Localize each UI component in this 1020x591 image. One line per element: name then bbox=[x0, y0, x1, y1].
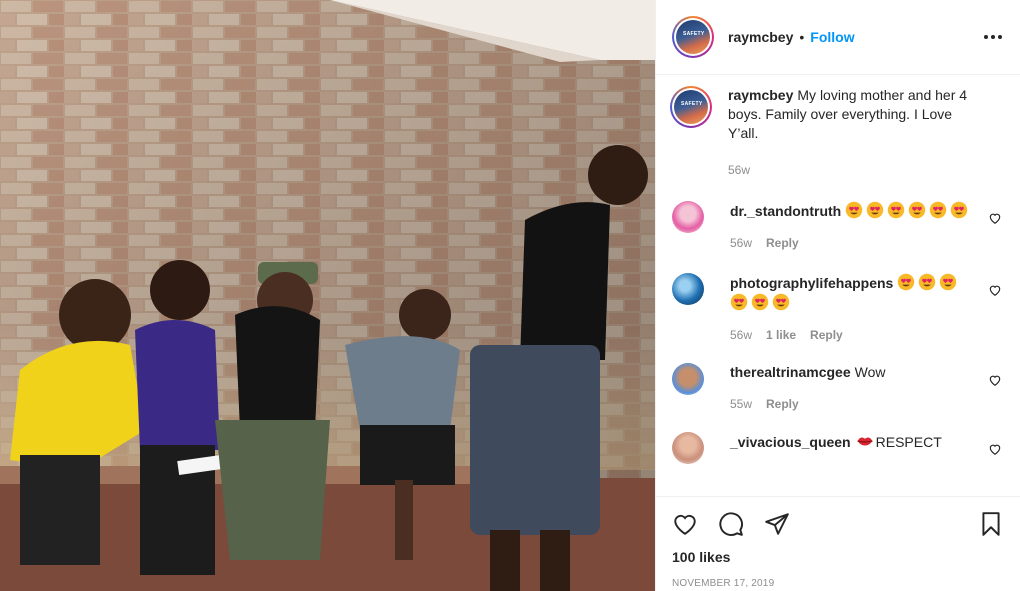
comment-item: _vivacious_queen RESPECT bbox=[672, 432, 1004, 464]
heart-eyes-emoji-icon bbox=[929, 201, 947, 219]
heart-icon[interactable] bbox=[672, 511, 698, 537]
comment-text: RESPECT bbox=[875, 434, 942, 450]
post-photo[interactable] bbox=[0, 0, 655, 591]
comment-username[interactable]: therealtrinamcgee bbox=[730, 364, 851, 380]
instagram-post: SAFETY raymcbey • Follow SAFETY raymcbey… bbox=[0, 0, 1020, 591]
heart-eyes-emoji-icon bbox=[950, 201, 968, 219]
commenter-avatar[interactable] bbox=[672, 432, 704, 464]
follow-button[interactable]: Follow bbox=[810, 29, 854, 45]
bookmark-icon[interactable] bbox=[978, 511, 1004, 537]
heart-eyes-emoji-icon bbox=[866, 201, 884, 219]
comment-like-heart-icon[interactable] bbox=[988, 283, 1002, 297]
author-username[interactable]: raymcbey bbox=[728, 29, 793, 45]
heart-eyes-emoji-icon bbox=[845, 201, 863, 219]
post-actions: 100 likes November 17, 2019 bbox=[656, 496, 1020, 591]
family-photo bbox=[0, 0, 655, 591]
comment-likes-count[interactable]: 1 like bbox=[766, 328, 796, 342]
reply-button[interactable]: Reply bbox=[766, 397, 799, 411]
heart-eyes-emoji-icon bbox=[939, 273, 957, 291]
comment-item: dr._standontruth 56w Reply bbox=[672, 201, 1004, 250]
share-icon[interactable] bbox=[764, 511, 790, 537]
heart-eyes-emoji-icon bbox=[772, 293, 790, 311]
commenter-avatar[interactable] bbox=[672, 201, 704, 233]
separator-dot: • bbox=[799, 29, 805, 45]
emoji-row bbox=[845, 201, 971, 219]
avatar-text: SAFETY bbox=[683, 31, 705, 37]
commenter-avatar[interactable] bbox=[672, 273, 704, 305]
post-header: SAFETY raymcbey • Follow bbox=[656, 0, 1020, 75]
comment-time: 56w bbox=[730, 236, 753, 250]
comment-username[interactable]: dr._standontruth bbox=[730, 203, 841, 219]
likes-count[interactable]: 100 likes bbox=[672, 549, 1004, 565]
heart-eyes-emoji-icon bbox=[751, 293, 769, 311]
action-icons bbox=[672, 497, 1004, 551]
caption-avatar[interactable]: SAFETY bbox=[670, 86, 712, 128]
comment-item: therealtrinamcgee Wow 55w Reply bbox=[672, 363, 1004, 411]
comment-like-heart-icon[interactable] bbox=[988, 211, 1002, 225]
comment-time: 55w bbox=[730, 397, 753, 411]
comments-list: SAFETY raymcbey My loving mother and her … bbox=[656, 75, 1020, 496]
heart-eyes-emoji-icon bbox=[908, 201, 926, 219]
comment-username[interactable]: photographylifehappens bbox=[730, 275, 893, 291]
caption-time: 56w bbox=[728, 163, 751, 177]
heart-eyes-emoji-icon bbox=[887, 201, 905, 219]
reply-button[interactable]: Reply bbox=[810, 328, 843, 342]
heart-eyes-emoji-icon bbox=[730, 293, 748, 311]
comment-icon[interactable] bbox=[718, 511, 744, 537]
post-sidebar: SAFETY raymcbey • Follow SAFETY raymcbey… bbox=[655, 0, 1020, 591]
comment-like-heart-icon[interactable] bbox=[988, 373, 1002, 387]
more-options-icon[interactable] bbox=[982, 29, 1004, 45]
heart-eyes-emoji-icon bbox=[918, 273, 936, 291]
caption-username[interactable]: raymcbey bbox=[728, 87, 793, 103]
author-avatar[interactable]: SAFETY bbox=[672, 16, 714, 58]
heart-eyes-emoji-icon bbox=[897, 273, 915, 291]
caption: SAFETY raymcbey My loving mother and her … bbox=[670, 86, 1004, 177]
post-date[interactable]: November 17, 2019 bbox=[672, 578, 1004, 589]
comment-like-heart-icon[interactable] bbox=[988, 442, 1002, 456]
lips-emoji-icon bbox=[856, 437, 873, 446]
commenter-avatar[interactable] bbox=[672, 363, 704, 395]
avatar-text: SAFETY bbox=[681, 101, 703, 107]
comment-username[interactable]: _vivacious_queen bbox=[730, 434, 851, 450]
comment-time: 56w bbox=[730, 328, 753, 342]
comment-text: Wow bbox=[854, 364, 886, 380]
comment-item: photographylifehappens 56w 1 like Reply bbox=[672, 273, 1004, 342]
reply-button[interactable]: Reply bbox=[766, 236, 799, 250]
